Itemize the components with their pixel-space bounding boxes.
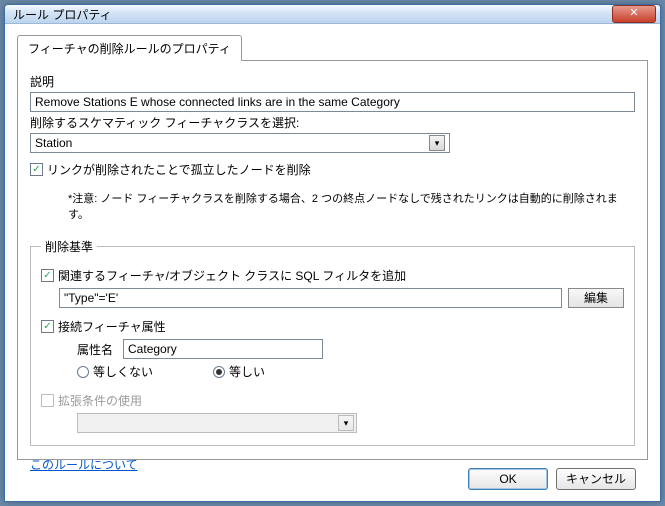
radio-not-equal-dot xyxy=(77,366,89,378)
dialog-window: ルール プロパティ ✕ フィーチャの削除ルールのプロパティ 説明 削除するスケマ… xyxy=(4,4,661,502)
about-rule-link[interactable]: このルールについて xyxy=(30,456,138,473)
tab-strip: フィーチャの削除ルールのプロパティ xyxy=(17,34,648,60)
radio-equal-dot xyxy=(213,366,225,378)
remove-orphan-label: リンクが削除されたことで孤立したノードを削除 xyxy=(47,161,311,178)
radio-not-equal[interactable]: 等しくない xyxy=(77,363,153,380)
dropdown-icon: ▾ xyxy=(338,415,354,431)
attr-name-input[interactable] xyxy=(123,339,323,359)
feature-class-label: 削除するスケマティック フィーチャクラスを選択: xyxy=(30,114,635,131)
description-label: 説明 xyxy=(30,73,635,90)
radio-equal-label: 等しい xyxy=(229,363,265,380)
tab-feature-removal[interactable]: フィーチャの削除ルールのプロパティ xyxy=(17,35,242,61)
remove-orphan-checkbox[interactable]: ✓ xyxy=(30,163,43,176)
description-input[interactable] xyxy=(30,92,635,112)
cancel-button[interactable]: キャンセル xyxy=(556,468,636,490)
radio-equal[interactable]: 等しい xyxy=(213,363,265,380)
close-button[interactable]: ✕ xyxy=(612,5,656,23)
client-area: フィーチャの削除ルールのプロパティ 説明 削除するスケマティック フィーチャクラ… xyxy=(5,24,660,502)
criteria-group: 削除基準 ✓ 関連するフィーチャ/オブジェクト クラスに SQL フィルタを追加… xyxy=(30,238,635,446)
window-title: ルール プロパティ xyxy=(13,6,612,23)
sql-filter-input[interactable] xyxy=(59,288,562,308)
ok-button[interactable]: OK xyxy=(468,468,548,490)
connected-attr-label: 接続フィーチャ属性 xyxy=(58,318,166,335)
tab-container: フィーチャの削除ルールのプロパティ 説明 削除するスケマティック フィーチャクラ… xyxy=(17,34,648,460)
attr-name-label: 属性名 xyxy=(77,341,113,358)
connected-attr-checkbox[interactable]: ✓ xyxy=(41,320,54,333)
tab-panel: 説明 削除するスケマティック フィーチャクラスを選択: Station ▾ ✓ … xyxy=(17,60,648,460)
extended-select: ▾ xyxy=(77,413,357,433)
criteria-legend: 削除基準 xyxy=(41,238,97,255)
sql-filter-checkbox[interactable]: ✓ xyxy=(41,269,54,282)
extended-label: 拡張条件の使用 xyxy=(58,392,142,409)
sql-edit-button[interactable]: 編集 xyxy=(568,288,624,308)
dropdown-icon: ▾ xyxy=(429,135,445,151)
feature-class-selected: Station xyxy=(35,136,72,150)
title-bar: ルール プロパティ ✕ xyxy=(5,5,660,24)
radio-not-equal-label: 等しくない xyxy=(93,363,153,380)
sql-filter-label: 関連するフィーチャ/オブジェクト クラスに SQL フィルタを追加 xyxy=(58,267,406,284)
tab-label: フィーチャの削除ルールのプロパティ xyxy=(28,42,231,56)
orphan-note: *注意: ノード フィーチャクラスを削除する場合、2 つの終点ノードなしで残され… xyxy=(68,190,635,222)
feature-class-select[interactable]: Station ▾ xyxy=(30,133,450,153)
extended-checkbox[interactable] xyxy=(41,394,54,407)
